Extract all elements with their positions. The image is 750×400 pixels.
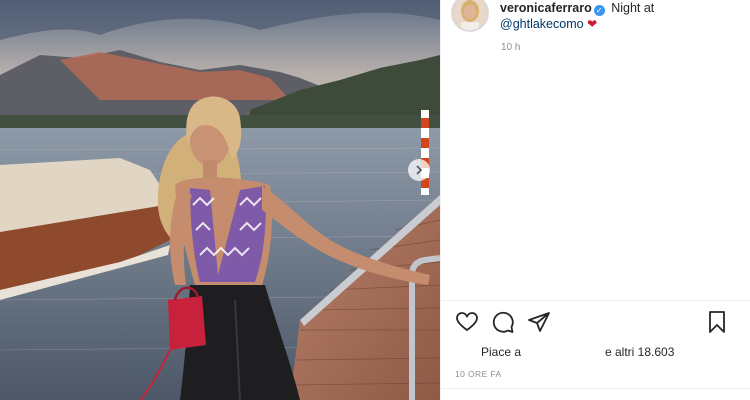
- likes-prefix: Piace a: [481, 345, 522, 359]
- post-timestamp[interactable]: 10 ORE FA: [455, 369, 502, 379]
- caption-text: Night at: [611, 1, 655, 15]
- heart-outline-icon[interactable]: [455, 310, 479, 334]
- bookmark-icon[interactable]: [705, 310, 729, 334]
- likes-count-link[interactable]: e altri 18.603: [605, 345, 674, 359]
- mention-link[interactable]: @ghtlakecomo: [500, 17, 584, 31]
- divider: [441, 388, 750, 389]
- post-photo[interactable]: [0, 0, 440, 400]
- post-caption: veronicaferraro ✓ Night at @ghtlakecomo ❤: [500, 0, 740, 32]
- post-actions: [455, 310, 745, 336]
- verified-badge-icon: ✓: [593, 5, 605, 16]
- chevron-right-icon: [416, 165, 423, 175]
- avatar[interactable]: [451, 0, 489, 32]
- username-link[interactable]: veronicaferraro: [500, 1, 592, 15]
- divider: [441, 300, 750, 301]
- caption-timestamp[interactable]: 10 h: [501, 42, 520, 53]
- user-photo-thumbnail: [453, 0, 487, 30]
- lake-como-photo: [0, 0, 440, 400]
- carousel-next-button[interactable]: [408, 159, 430, 181]
- red-heart-icon: ❤: [587, 17, 598, 31]
- comment-bubble-icon[interactable]: [491, 310, 515, 334]
- paper-plane-icon[interactable]: [527, 310, 551, 334]
- post-sidebar: veronicaferraro ✓ Night at @ghtlakecomo ❤…: [440, 0, 750, 400]
